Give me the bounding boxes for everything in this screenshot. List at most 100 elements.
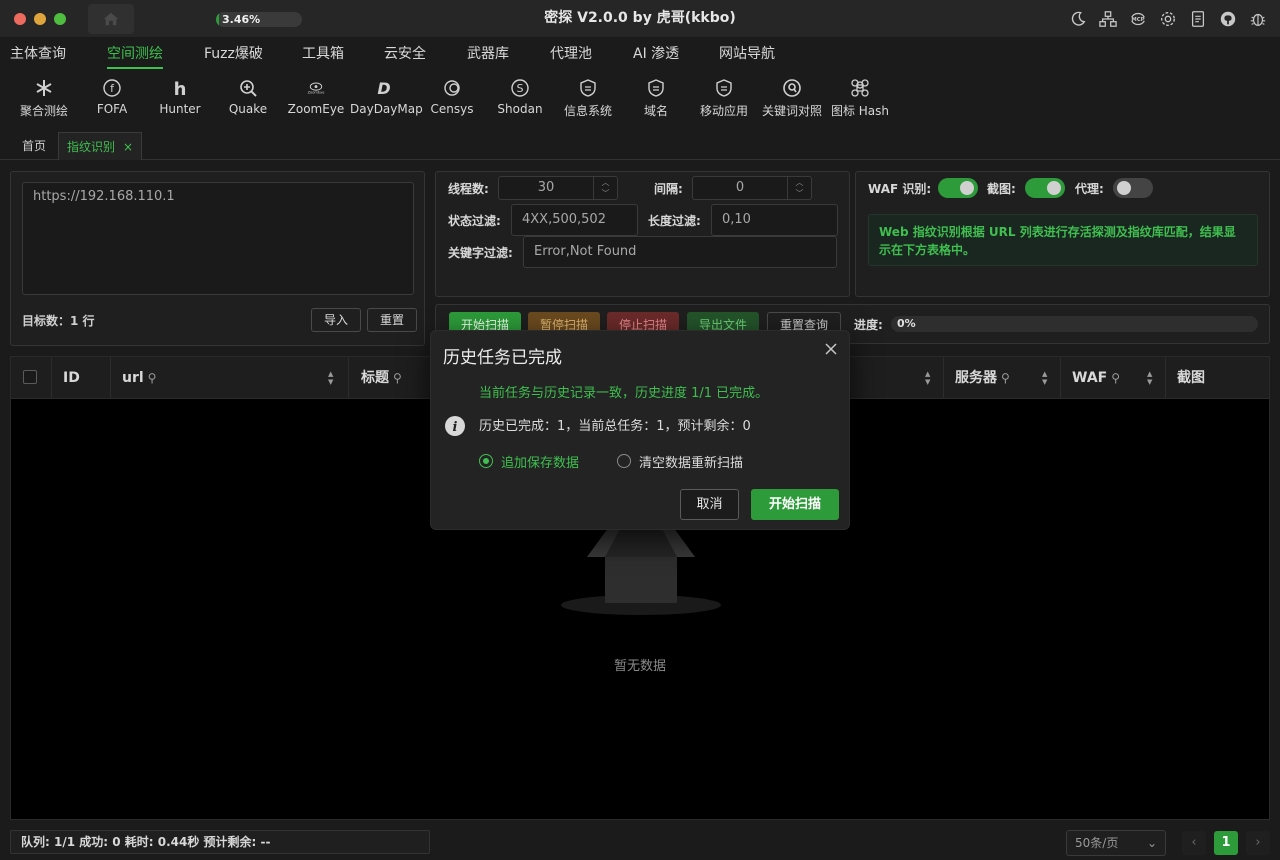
threads-input[interactable]: 30 ︿ ﹀: [498, 176, 618, 200]
keyword-filter-label: 关键字过滤:: [448, 246, 513, 260]
sort-icon[interactable]: ▲ ▼: [925, 370, 933, 386]
column-screenshot[interactable]: 截图: [1177, 357, 1205, 399]
menu-item-toolbox[interactable]: 工具箱: [302, 38, 344, 70]
reset-button[interactable]: 重置: [367, 308, 418, 332]
status-filter-input[interactable]: 4XX,500,502: [511, 204, 638, 236]
tool-daydaymap[interactable]: D DayDayMap: [350, 76, 423, 116]
sort-icon[interactable]: ▲ ▼: [1147, 370, 1155, 386]
moon-icon[interactable]: [1068, 8, 1088, 30]
close-icon[interactable]: [823, 341, 839, 357]
menu-item-space-mapping[interactable]: 空间测绘: [107, 38, 163, 70]
github-icon[interactable]: [1218, 8, 1238, 30]
gear-icon[interactable]: [1158, 8, 1178, 30]
start-scan-dialog-button[interactable]: 开始扫描: [751, 489, 839, 520]
menu-item-ai-pentest[interactable]: AI 渗透: [633, 38, 679, 70]
tool-quake[interactable]: Quake: [214, 76, 282, 116]
tab-fingerprint-label: 指纹识别: [67, 140, 116, 154]
column-waf[interactable]: WAF ⚲: [1072, 357, 1120, 399]
hunter-icon: h: [174, 79, 187, 98]
zoomeye-icon: ZoomEye: [308, 82, 324, 95]
menu-item-proxy-pool[interactable]: 代理池: [550, 38, 592, 70]
daydaymap-glyph: D: [377, 79, 390, 98]
tool-info-system[interactable]: 信息系统: [554, 76, 622, 119]
mcp-icon[interactable]: MCP: [1128, 8, 1148, 30]
info-note: Web 指纹识别根据 URL 列表进行存活探测及指纹库匹配，结果显示在下方表格中…: [868, 214, 1258, 266]
current-page-button[interactable]: 1: [1214, 831, 1238, 855]
stepper-up-icon[interactable]: ︿: [594, 177, 617, 188]
tool-fofa[interactable]: f FOFA: [78, 76, 146, 116]
tool-label: 域名: [643, 104, 668, 118]
cmd-icon: [851, 79, 869, 97]
menu-item-arsenal[interactable]: 武器库: [467, 38, 509, 70]
info-icon: i: [445, 416, 465, 436]
interval-stepper[interactable]: ︿ ﹀: [787, 177, 811, 199]
progress-label: 进度:: [854, 318, 883, 332]
menu-item-site-nav[interactable]: 网站导航: [719, 38, 775, 70]
page-size-select[interactable]: 50条/页 ⌄: [1066, 830, 1166, 856]
tool-icon-hash[interactable]: 图标 Hash: [826, 76, 894, 119]
progress-bar: 0%: [891, 316, 1258, 332]
tool-shodan[interactable]: S Shodan: [486, 76, 554, 116]
mcp-text: MCP: [1131, 17, 1144, 23]
tool-label: Hunter: [159, 102, 201, 116]
censys-icon: [444, 80, 460, 96]
column-id-label: ID: [63, 370, 80, 386]
target-textarea[interactable]: https://192.168.110.1: [22, 182, 414, 295]
menu-item-fuzz[interactable]: Fuzz爆破: [204, 38, 263, 70]
tool-censys[interactable]: Censys: [418, 76, 486, 116]
svg-text:i: i: [453, 420, 458, 435]
select-all-checkbox[interactable]: [23, 370, 37, 384]
network-icon[interactable]: [1098, 8, 1118, 30]
dialog-message: 当前任务与历史记录一致，历史进度 1/1 已完成。: [479, 386, 769, 401]
bug-icon[interactable]: [1248, 8, 1268, 30]
stepper-up-icon[interactable]: ︿: [788, 177, 811, 188]
threads-stepper[interactable]: ︿ ﹀: [593, 177, 617, 199]
radio-append-data[interactable]: 追加保存数据: [479, 452, 579, 471]
keyword-filter-input[interactable]: Error,Not Found: [523, 236, 837, 268]
tool-hunter[interactable]: h Hunter: [146, 76, 214, 116]
radio-clear-rescan[interactable]: 清空数据重新扫描: [617, 452, 743, 471]
prev-page-button[interactable]: ‹: [1182, 831, 1206, 855]
column-title[interactable]: 标题 ⚲: [361, 357, 402, 399]
tool-mobile-app[interactable]: 移动应用: [690, 76, 758, 119]
status-bar: 队列: 1/1 成功: 0 耗时: 0.44秒 预计剩余: --: [10, 830, 430, 854]
search-icon[interactable]: ⚲: [393, 371, 402, 385]
column-id[interactable]: ID: [63, 357, 80, 399]
tool-keyword-map[interactable]: 关键词对照: [758, 76, 826, 119]
sort-icon[interactable]: ▲ ▼: [1042, 370, 1050, 386]
tool-zoomeye[interactable]: ZoomEye ZoomEye: [282, 76, 350, 116]
tool-label: Censys: [430, 102, 474, 116]
tool-label: DayDayMap: [350, 102, 423, 116]
empty-box-icon: [561, 527, 721, 615]
stepper-down-icon[interactable]: ﹀: [788, 188, 811, 199]
interval-input[interactable]: 0 ︿ ﹀: [692, 176, 812, 200]
sort-icon[interactable]: ▲ ▼: [328, 370, 336, 386]
screenshot-toggle[interactable]: [1025, 178, 1065, 198]
menu-item-cloud-security[interactable]: 云安全: [384, 38, 426, 70]
mapping-toolbar: 聚合测绘 f FOFA h Hunter Quake ZoomEye ZoomE…: [0, 72, 1280, 128]
stepper-down-icon[interactable]: ﹀: [594, 188, 617, 199]
column-server[interactable]: 服务器 ⚲: [955, 357, 1010, 399]
column-url[interactable]: url ⚲: [122, 357, 156, 399]
search-icon[interactable]: ⚲: [1111, 371, 1120, 385]
tool-domain[interactable]: 域名: [622, 76, 690, 119]
cancel-button[interactable]: 取消: [680, 489, 739, 520]
menu-item-entity-query[interactable]: 主体查询: [10, 38, 66, 70]
tool-label: Quake: [228, 102, 268, 116]
tab-fingerprint[interactable]: 指纹识别 ×: [58, 132, 143, 160]
length-filter-input[interactable]: 0,10: [711, 204, 838, 236]
proxy-toggle[interactable]: [1113, 178, 1153, 198]
search-icon[interactable]: ⚲: [148, 371, 157, 385]
document-icon[interactable]: [1188, 8, 1208, 30]
waf-label: WAF 识别:: [868, 182, 932, 196]
close-icon[interactable]: ×: [123, 140, 133, 154]
search-icon[interactable]: ⚲: [1001, 371, 1010, 385]
import-button[interactable]: 导入: [311, 308, 362, 332]
waf-toggle[interactable]: [938, 178, 978, 198]
target-count-value: 1 行: [70, 314, 95, 328]
next-page-button[interactable]: ›: [1246, 831, 1270, 855]
status-filter-label: 状态过滤:: [448, 214, 501, 228]
empty-text: 暂无数据: [613, 659, 666, 674]
tool-aggregate[interactable]: 聚合测绘: [10, 76, 78, 119]
tab-home[interactable]: 首页: [14, 132, 54, 160]
